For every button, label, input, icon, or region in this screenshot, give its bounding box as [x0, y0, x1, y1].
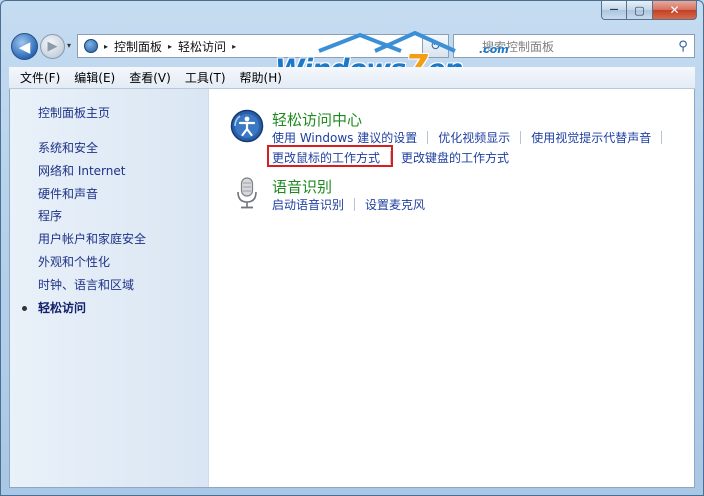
link-separator — [390, 151, 392, 164]
category-title[interactable]: 语音识别 — [272, 176, 332, 197]
link-start-speech-recognition[interactable]: 启动语音识别 — [272, 196, 344, 213]
maximize-button[interactable]: ▢ — [627, 1, 653, 20]
refresh-button[interactable]: ↻ — [423, 34, 449, 58]
recent-pages-dropdown[interactable]: ▾ — [67, 41, 71, 50]
sidebar-item-user-accounts[interactable]: 用户帐户和家庭安全 — [38, 228, 146, 251]
category-links-row: 使用 Windows 建议的设置 优化视频显示 使用视觉提示代替声音 — [272, 129, 672, 146]
forward-arrow-icon: ▶ — [47, 39, 58, 54]
microphone-icon[interactable] — [230, 176, 264, 210]
sidebar-item-system-security[interactable]: 系统和安全 — [38, 137, 146, 160]
sidebar-home-link[interactable]: 控制面板主页 — [38, 104, 110, 121]
minimize-button[interactable]: — — [601, 1, 627, 20]
sidebar-item-ease-of-access: 轻松访问 — [21, 297, 146, 320]
breadcrumb-separator-icon[interactable]: ▸ — [104, 42, 108, 51]
sidebar: 控制面板主页 系统和安全 网络和 Internet 硬件和声音 程序 用户帐户和… — [10, 89, 209, 487]
link-separator — [520, 131, 522, 144]
menu-view[interactable]: 查看(V) — [122, 69, 178, 86]
explorer-window: — ▢ ✕ ◀ ▶ ▾ ▸ 控制面板 ▸ 轻松访问 ▸ ↻ 搜索控制面板 ⚲ .… — [0, 0, 704, 496]
content-area: 控制面板主页 系统和安全 网络和 Internet 硬件和声音 程序 用户帐户和… — [9, 89, 695, 488]
sidebar-item-programs[interactable]: 程序 — [38, 205, 146, 228]
search-input[interactable]: 搜索控制面板 — [454, 38, 672, 55]
link-change-mouse[interactable]: 更改鼠标的工作方式 — [272, 149, 380, 166]
search-box[interactable]: 搜索控制面板 ⚲ — [453, 34, 695, 58]
search-icon[interactable]: ⚲ — [672, 39, 694, 54]
control-panel-icon — [84, 39, 98, 53]
category-links-row: 启动语音识别 设置麦克风 — [272, 196, 425, 213]
caption-buttons: — ▢ ✕ — [601, 1, 697, 21]
menu-bar: 文件(F) 编辑(E) 查看(V) 工具(T) 帮助(H) — [9, 67, 695, 89]
link-separator — [354, 198, 356, 211]
link-separator — [661, 131, 663, 144]
link-separator — [427, 131, 429, 144]
sidebar-item-network[interactable]: 网络和 Internet — [38, 160, 146, 183]
sidebar-item-hardware-sound[interactable]: 硬件和声音 — [38, 183, 146, 206]
breadcrumb-control-panel[interactable]: 控制面板 — [114, 38, 162, 55]
back-arrow-icon: ◀ — [18, 37, 31, 56]
sidebar-item-appearance[interactable]: 外观和个性化 — [38, 251, 146, 274]
close-icon: ✕ — [669, 3, 680, 17]
link-recommended-settings[interactable]: 使用 Windows 建议的设置 — [272, 129, 417, 146]
ease-of-access-icon[interactable] — [230, 109, 264, 143]
navigation-bar: ◀ ▶ ▾ ▸ 控制面板 ▸ 轻松访问 ▸ ↻ 搜索控制面板 ⚲ — [9, 31, 695, 63]
maximize-icon: ▢ — [634, 3, 645, 17]
breadcrumb-separator-icon[interactable]: ▸ — [232, 42, 236, 51]
back-button[interactable]: ◀ — [11, 33, 38, 60]
category-links-row: 更改鼠标的工作方式 更改键盘的工作方式 — [272, 149, 509, 166]
menu-help[interactable]: 帮助(H) — [233, 69, 289, 86]
menu-tools[interactable]: 工具(T) — [178, 69, 233, 86]
main-panel: 轻松访问中心 使用 Windows 建议的设置 优化视频显示 使用视觉提示代替声… — [210, 89, 694, 487]
link-change-keyboard[interactable]: 更改键盘的工作方式 — [401, 149, 509, 166]
link-optimize-display[interactable]: 优化视频显示 — [438, 129, 510, 146]
minimize-icon: — — [609, 5, 619, 15]
sidebar-item-clock-language[interactable]: 时钟、语言和区域 — [38, 274, 146, 297]
menu-file[interactable]: 文件(F) — [13, 69, 67, 86]
menu-edit[interactable]: 编辑(E) — [67, 69, 122, 86]
refresh-icon: ↻ — [430, 38, 441, 54]
breadcrumb-ease-of-access[interactable]: 轻松访问 — [178, 38, 226, 55]
address-bar[interactable]: ▸ 控制面板 ▸ 轻松访问 ▸ — [77, 34, 423, 58]
close-button[interactable]: ✕ — [653, 1, 697, 20]
forward-button[interactable]: ▶ — [40, 34, 65, 59]
category-title[interactable]: 轻松访问中心 — [272, 109, 362, 130]
sidebar-list: 系统和安全 网络和 Internet 硬件和声音 程序 用户帐户和家庭安全 外观… — [21, 137, 146, 320]
link-visual-cues[interactable]: 使用视觉提示代替声音 — [531, 129, 651, 146]
link-setup-microphone[interactable]: 设置麦克风 — [365, 196, 425, 213]
breadcrumb-separator-icon[interactable]: ▸ — [168, 42, 172, 51]
